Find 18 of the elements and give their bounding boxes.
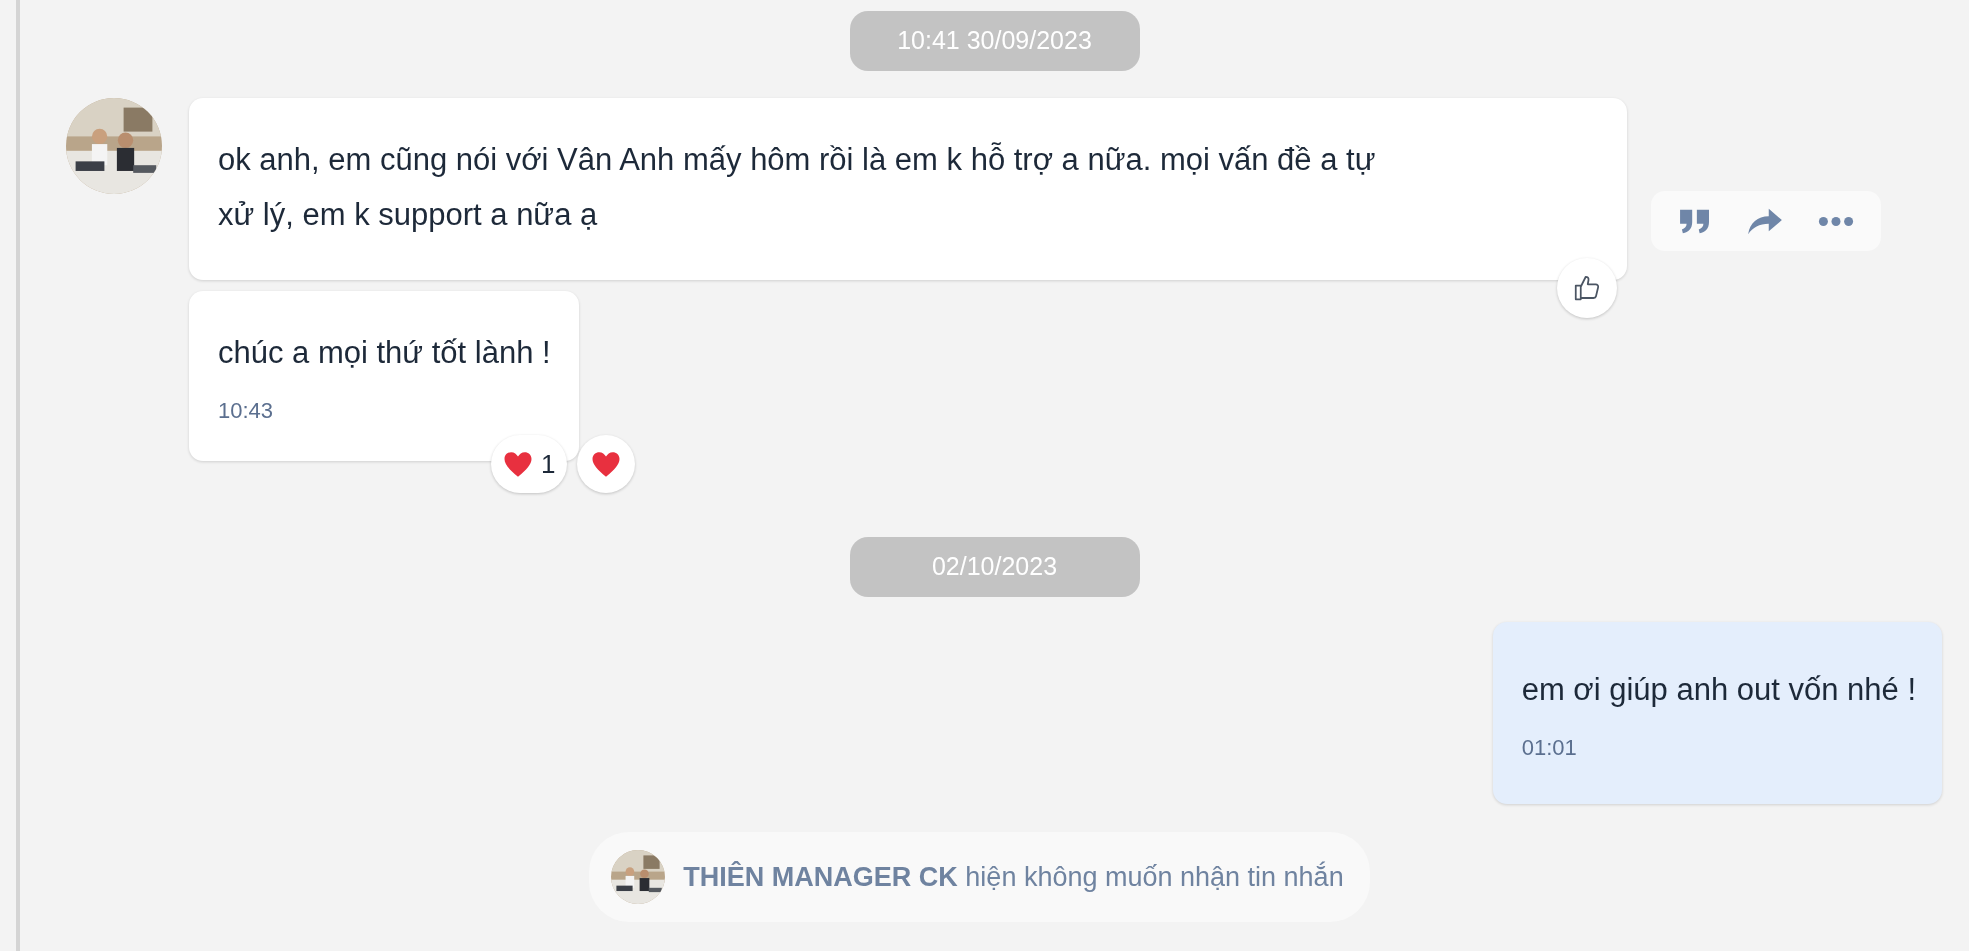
date-separator: 02/10/2023 — [849, 537, 1140, 597]
reaction-badge[interactable]: 1 — [491, 435, 568, 493]
status-notice: THIÊN MANAGER CK hiện không muốn nhận tin nhắn — [683, 860, 1344, 894]
like-button[interactable] — [1557, 258, 1617, 318]
reaction-count: 1 — [541, 447, 556, 481]
message-text: chúc a mọi thứ tốt lành ! — [218, 334, 551, 372]
share-icon[interactable] — [1746, 206, 1784, 236]
message-text: ok anh, em cũng nói với Vân Anh mấy hôm rồi là em k hỗ trợ a nữa. mọi vấn đề a tự xử lý, em k support a nữa ạ — [218, 141, 1377, 234]
thumbs-up-icon — [1572, 273, 1602, 303]
message-time: 01:01 — [1521, 734, 1578, 762]
heart-icon — [503, 450, 533, 478]
react-button[interactable] — [577, 435, 636, 493]
message-text: em ơi giúp anh out vốn nhé ! — [1521, 671, 1916, 709]
more-icon[interactable] — [1818, 215, 1854, 227]
message-time: 10:43 — [218, 397, 275, 425]
date-separator: 10:41 30/09/2023 — [849, 11, 1140, 71]
heart-icon — [591, 450, 622, 478]
quote-icon[interactable] — [1678, 207, 1712, 235]
